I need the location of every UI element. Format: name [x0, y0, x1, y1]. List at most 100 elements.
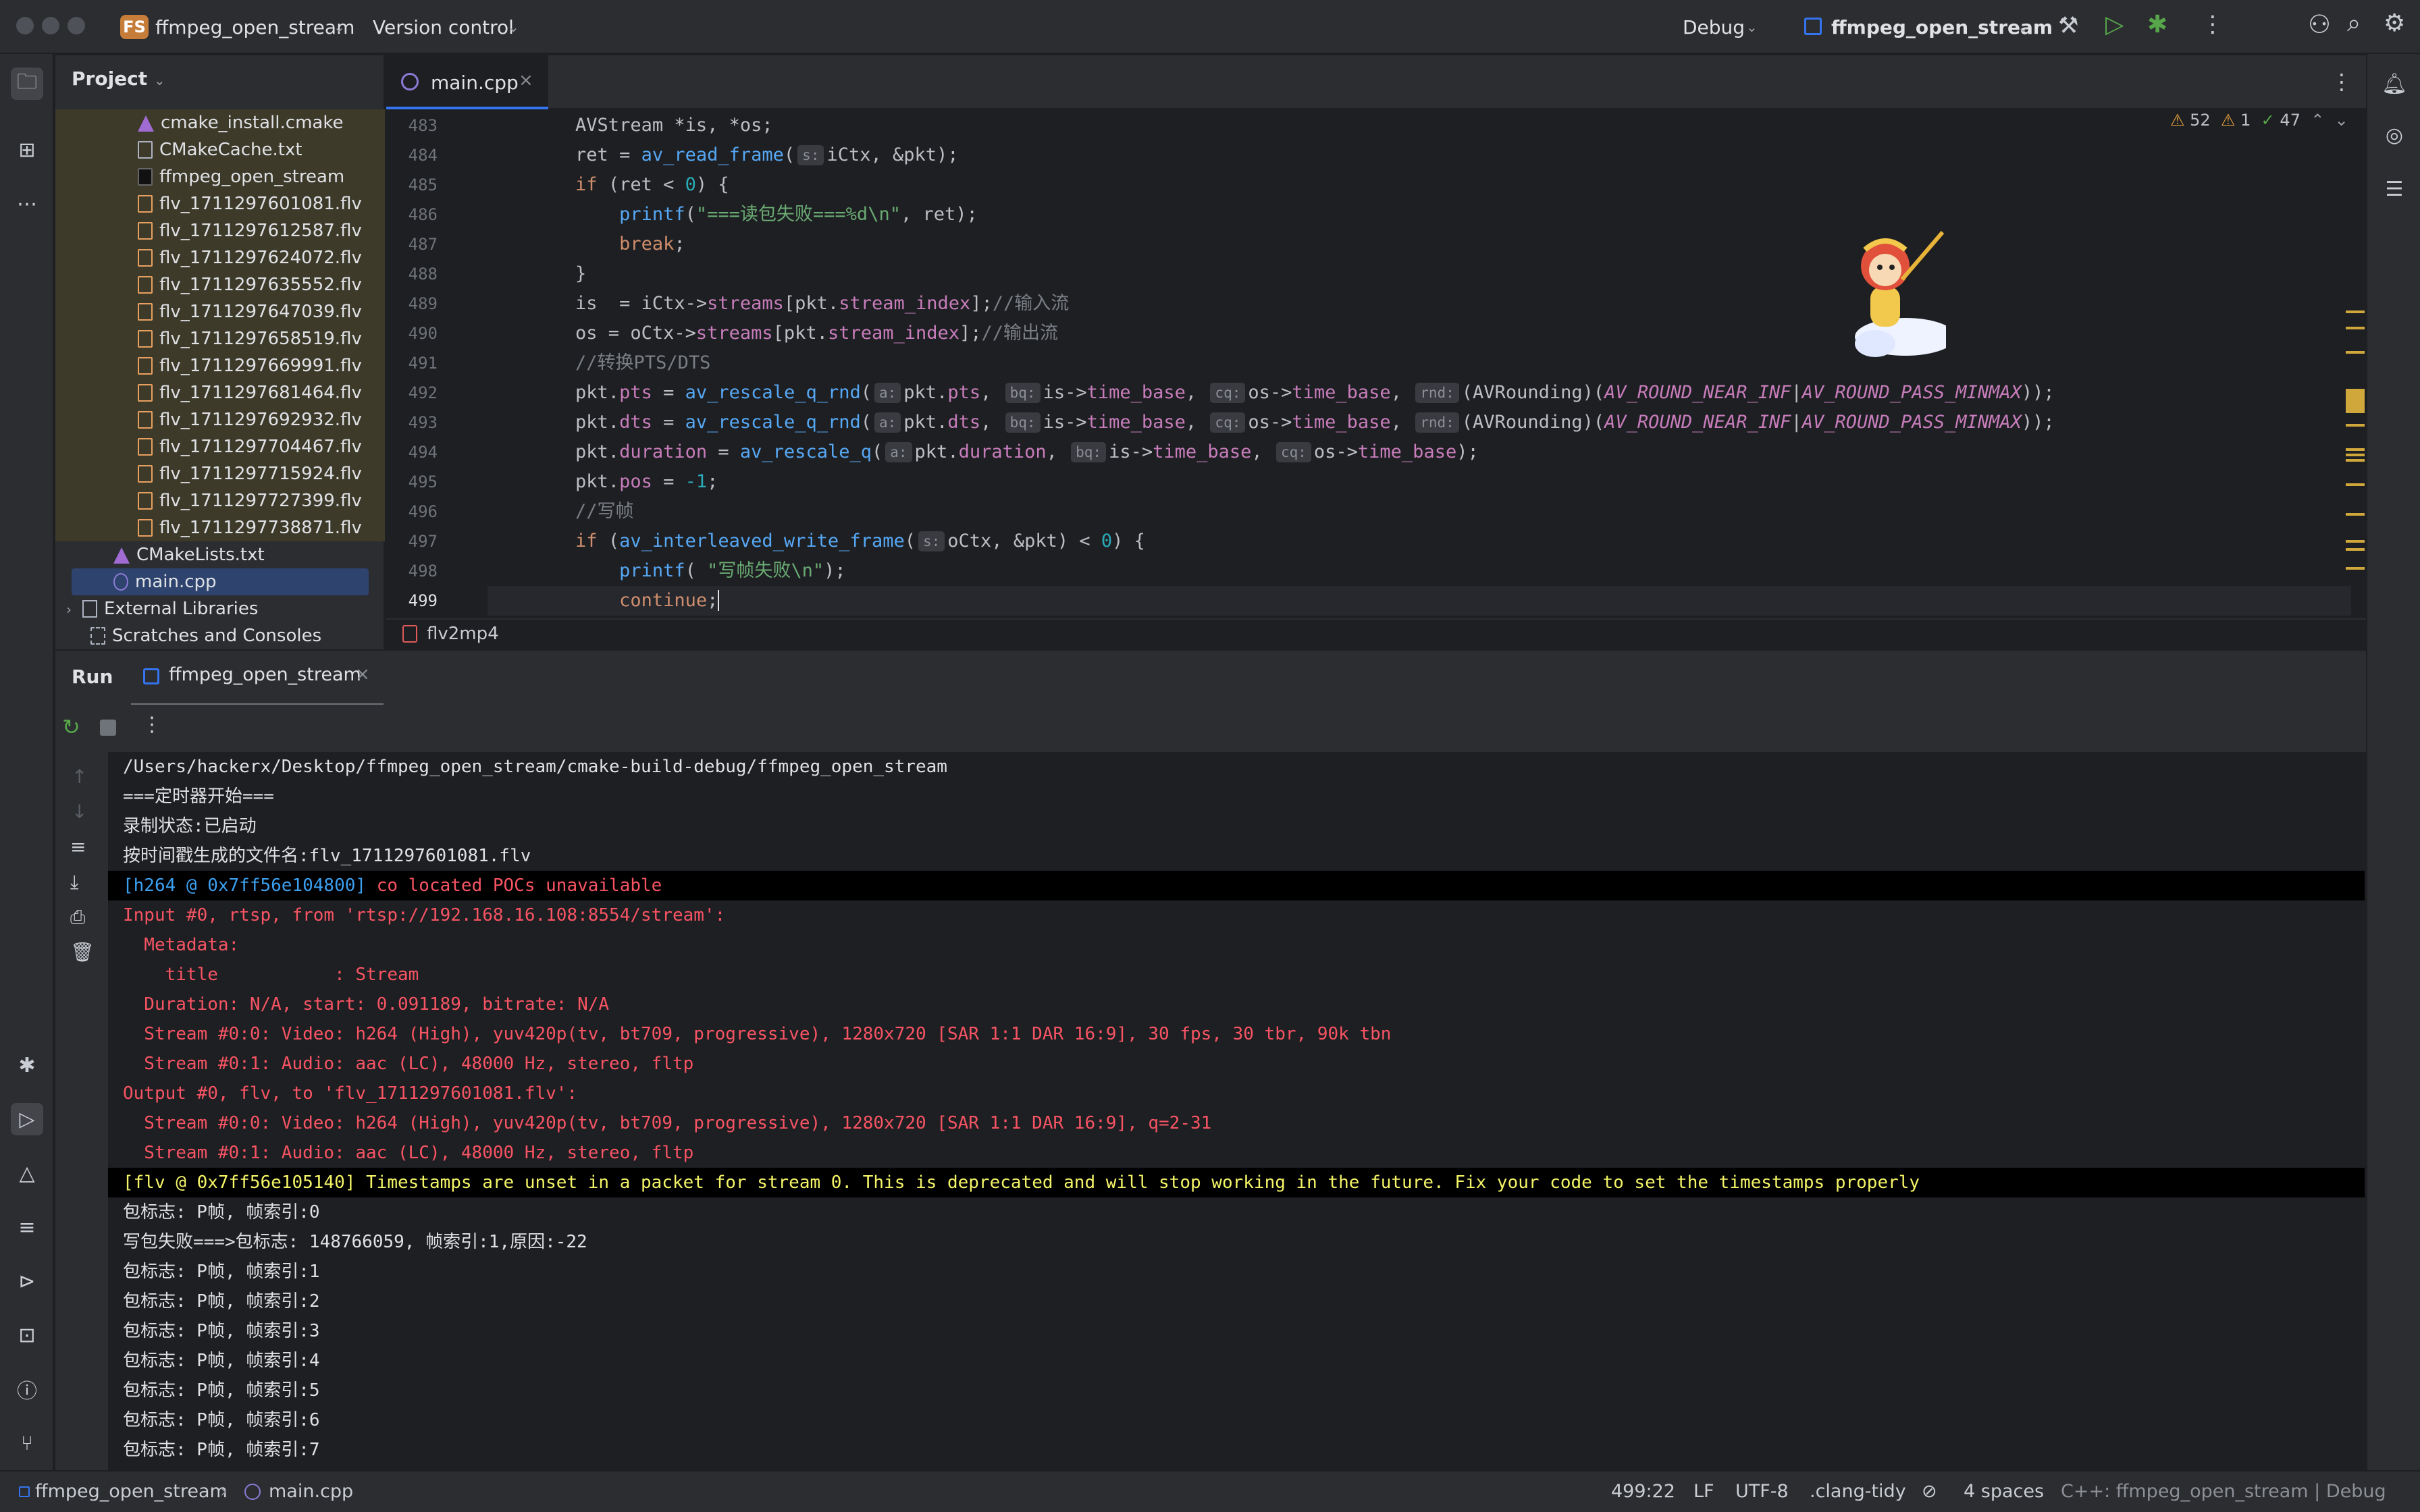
settings-gear-icon[interactable]: ⚙: [2384, 9, 2405, 37]
error-stripe-marker[interactable]: [2346, 513, 2365, 516]
error-stripe-marker[interactable]: [2346, 483, 2365, 486]
add-user-icon[interactable]: ⚇: [2308, 9, 2331, 39]
tree-item[interactable]: › External Libraries: [55, 595, 385, 622]
run-console[interactable]: /Users/hackerx/Desktop/ffmpeg_open_strea…: [108, 752, 2365, 1470]
tree-item[interactable]: CMakeCache.txt: [55, 136, 385, 163]
error-stripe-marker[interactable]: [2346, 351, 2365, 354]
run-config-selector[interactable]: Debug: [1683, 16, 1745, 38]
structure-icon[interactable]: ⊞: [11, 134, 43, 166]
tab-run-ffmpeg-open-stream[interactable]: ffmpeg_open_stream: [169, 664, 361, 685]
inspection-widget[interactable]: ⚠ 52 ⚠ 1 ✓ 47 ⌃ ⌄: [2170, 111, 2348, 130]
error-stripe-marker[interactable]: [2346, 424, 2365, 427]
more-options-icon[interactable]: ⋮: [142, 713, 162, 736]
terminal-icon[interactable]: ⊡: [11, 1319, 43, 1351]
readonly-toggle-icon[interactable]: ⊘: [1922, 1481, 1937, 1502]
chevron-down-icon[interactable]: ⌄: [2335, 111, 2348, 130]
error-stripe-marker[interactable]: [2346, 459, 2365, 462]
cmake-icon: [113, 547, 130, 564]
tree-item[interactable]: flv_1711297669991.flv: [55, 352, 385, 379]
more-tools-icon[interactable]: ⋯: [11, 188, 43, 220]
messages-icon[interactable]: ≡: [11, 1211, 43, 1243]
status-caret-position[interactable]: 499:22: [1611, 1481, 1675, 1502]
chevron-down-icon[interactable]: ⌄: [2018, 19, 2029, 35]
tree-item[interactable]: flv_1711297704467.flv: [55, 433, 385, 460]
chevron-down-icon[interactable]: ⌄: [1746, 19, 1758, 35]
minimize-window-button[interactable]: [42, 17, 59, 34]
tree-item[interactable]: flv_1711297658519.flv: [55, 325, 385, 352]
error-stripe-marker[interactable]: [2346, 310, 2365, 313]
error-stripe-marker[interactable]: [2346, 567, 2365, 570]
scroll-down-icon[interactable]: ↓: [72, 801, 87, 823]
ai-assistant-icon[interactable]: ◎: [2378, 119, 2411, 151]
debug-tool-icon[interactable]: ✱: [11, 1049, 43, 1081]
tree-item[interactable]: flv_1711297601081.flv: [55, 190, 385, 217]
tab-options-icon[interactable]: ⋮: [2331, 69, 2352, 94]
tree-item[interactable]: flv_1711297727399.flv: [55, 487, 385, 514]
debug-bug-icon[interactable]: ✱: [2147, 11, 2167, 38]
run-tool-icon[interactable]: ▷: [11, 1103, 43, 1135]
status-indent[interactable]: 4 spaces: [1964, 1481, 2044, 1502]
chevron-up-icon[interactable]: ⌃: [2311, 111, 2324, 130]
status-project[interactable]: ffmpeg_open_stream: [35, 1481, 228, 1502]
breadcrumb-function[interactable]: flv2mp4: [427, 624, 499, 644]
tree-item[interactable]: flv_1711297692932.flv: [55, 406, 385, 433]
error-stripe-marker[interactable]: [2346, 540, 2365, 543]
close-window-button[interactable]: [16, 17, 34, 34]
zoom-window-button[interactable]: [68, 17, 85, 34]
tree-item-selected[interactable]: main.cpp: [72, 568, 369, 595]
project-name[interactable]: ffmpeg_open_stream: [155, 16, 354, 38]
project-panel-title[interactable]: Project ⌄: [72, 68, 165, 90]
tree-item[interactable]: ffmpeg_open_stream: [55, 163, 385, 190]
error-stripe-marker[interactable]: [2346, 448, 2365, 451]
project-badge[interactable]: FS: [120, 15, 149, 39]
database-icon[interactable]: ☰: [2378, 173, 2411, 205]
run-play-icon[interactable]: ▷: [2105, 11, 2124, 38]
close-tab-icon[interactable]: ×: [519, 70, 533, 90]
tree-item[interactable]: flv_1711297647039.flv: [55, 298, 385, 325]
error-stripe-marker[interactable]: [2346, 454, 2365, 456]
notifications-bell-icon[interactable]: 🔔︎: [2378, 68, 2411, 100]
project-folder-icon[interactable]: 🗀: [11, 68, 43, 100]
version-control-menu[interactable]: Version control: [373, 16, 514, 38]
error-stripe-marker[interactable]: [2346, 548, 2365, 551]
status-file[interactable]: main.cpp: [269, 1481, 353, 1502]
tree-item[interactable]: flv_1711297681464.flv: [55, 379, 385, 406]
tree-item[interactable]: flv_1711297715924.flv: [55, 460, 385, 487]
print-icon[interactable]: ⎙: [70, 906, 85, 929]
chevron-right-icon[interactable]: ›: [66, 601, 72, 618]
stop-icon[interactable]: [100, 720, 116, 736]
status-clang-tidy[interactable]: .clang-tidy: [1810, 1481, 1906, 1502]
breadcrumb[interactable]: flv2mp4: [386, 618, 2366, 648]
rerun-icon[interactable]: ↻: [62, 714, 80, 740]
error-stripe-marker[interactable]: [2346, 327, 2365, 329]
chevron-down-icon[interactable]: ⌄: [508, 19, 519, 35]
scroll-to-end-icon[interactable]: ⤓: [70, 871, 78, 894]
soft-wrap-icon[interactable]: ≡: [70, 836, 86, 858]
console-line: ===定时器开始===: [123, 786, 274, 807]
close-tab-icon[interactable]: ×: [355, 664, 370, 684]
build-hammer-icon[interactable]: ⚒: [2058, 12, 2078, 39]
error-stripe-marker[interactable]: [2346, 389, 2365, 413]
git-branch-icon[interactable]: ⑂: [11, 1427, 43, 1459]
tree-item[interactable]: flv_1711297624072.flv: [55, 244, 385, 271]
tree-item[interactable]: flv_1711297738871.flv: [55, 514, 385, 541]
code-editor[interactable]: 483 484 485 486 487 488 489 490 491 492 …: [386, 111, 2366, 618]
status-line-separator[interactable]: LF: [1693, 1481, 1714, 1502]
tree-item[interactable]: flv_1711297635552.flv: [55, 271, 385, 298]
chevron-down-icon[interactable]: ⌄: [334, 19, 345, 35]
code-lines[interactable]: AVStream *is, *os; ret = av_read_frame(s…: [488, 111, 2351, 616]
scroll-up-icon[interactable]: ↑: [72, 765, 87, 788]
tree-item[interactable]: Scratches and Consoles: [55, 622, 385, 649]
tree-item[interactable]: cmake_install.cmake: [55, 109, 385, 136]
trash-icon[interactable]: 🗑︎: [70, 941, 95, 963]
status-encoding[interactable]: UTF-8: [1735, 1481, 1789, 1502]
status-context[interactable]: C++: ffmpeg_open_stream | Debug: [2061, 1481, 2386, 1502]
problems-icon[interactable]: ⓘ: [11, 1373, 43, 1405]
tree-item[interactable]: CMakeLists.txt: [55, 541, 385, 568]
more-actions-icon[interactable]: ⋮: [2201, 11, 2224, 38]
tab-main-cpp[interactable]: main.cpp ×: [386, 55, 548, 109]
search-icon[interactable]: ⌕: [2347, 9, 2361, 38]
tree-item[interactable]: flv_1711297612587.flv: [55, 217, 385, 244]
cmake-tool-icon[interactable]: △: [11, 1157, 43, 1189]
services-icon[interactable]: ⊳: [11, 1265, 43, 1297]
